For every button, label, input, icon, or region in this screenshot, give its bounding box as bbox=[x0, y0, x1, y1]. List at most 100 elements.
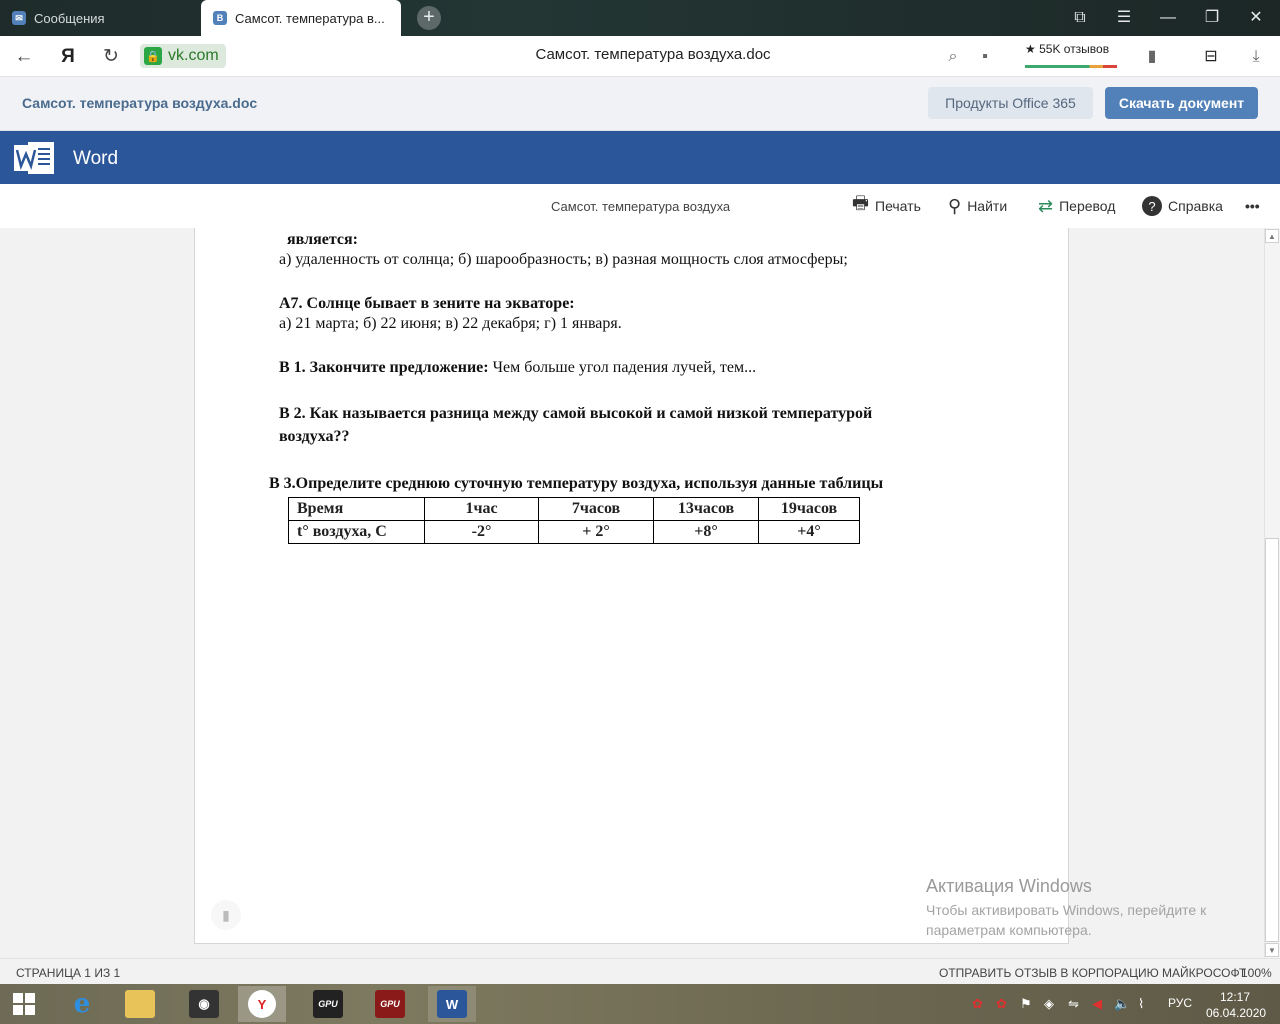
doc-a7-options: а) 21 марта; б) 22 июня; в) 22 декабря; … bbox=[279, 315, 622, 332]
tray-icon[interactable]: ✿ bbox=[972, 996, 983, 1012]
taskbar: e ◉ Y GPU GPU W ✿ ✿ ⚑ ◈ ⇋ ◀ 🔈 ⌇ РУС 12:1… bbox=[0, 984, 1280, 1024]
clock[interactable]: 12:17 06.04.2020 bbox=[1206, 989, 1267, 1021]
comment-icon[interactable]: ▪ bbox=[972, 44, 998, 70]
language-indicator[interactable]: РУС bbox=[1168, 996, 1192, 1010]
taskbar-gpu-tweak[interactable]: GPU bbox=[304, 986, 352, 1022]
scrollbar-thumb[interactable] bbox=[1265, 538, 1279, 942]
table-cell: + 2° bbox=[538, 520, 654, 544]
table-header-row: Время 1час 7часов 13часов 19часов bbox=[288, 497, 860, 521]
tray-flag-icon[interactable]: ⚑ bbox=[1020, 996, 1032, 1012]
taskbar-ie[interactable]: e bbox=[58, 986, 106, 1022]
reviews-badge[interactable]: ★ 55K отзывов bbox=[1025, 42, 1117, 68]
help-button[interactable]: ? Справка bbox=[1142, 195, 1223, 217]
doc-b2-line1: В 2. Как называется разница между самой … bbox=[279, 405, 873, 422]
doc-b2-line2: воздуха?? bbox=[279, 428, 350, 445]
tray-icon[interactable]: ✿ bbox=[996, 996, 1007, 1012]
print-label: Печать bbox=[875, 198, 921, 214]
tab-document[interactable]: В Самсот. температура в... bbox=[201, 0, 401, 36]
clock-time: 12:17 bbox=[1219, 990, 1251, 1004]
tabs-menu-icon[interactable]: ⧉ bbox=[1058, 0, 1102, 36]
folder-icon bbox=[125, 990, 155, 1018]
feedback-link[interactable]: ОТПРАВИТЬ ОТЗЫВ В КОРПОРАЦИЮ МАЙКРОСОФТ bbox=[939, 966, 1246, 980]
rating-bar bbox=[1025, 65, 1117, 68]
status-bar: СТРАНИЦА 1 ИЗ 1 ОТПРАВИТЬ ОТЗЫВ В КОРПОР… bbox=[0, 958, 1280, 984]
taskbar-camera[interactable]: ◉ bbox=[180, 986, 228, 1022]
table-cell: 1час bbox=[424, 497, 539, 521]
activation-watermark-text: Чтобы активировать Windows, перейдите к … bbox=[926, 902, 1207, 938]
zoom-icon[interactable]: ⌕ bbox=[940, 44, 966, 70]
document-page: является: а) удаленность от солнца; б) ш… bbox=[194, 228, 1069, 944]
search-icon: ⚲ bbox=[948, 195, 962, 216]
print-button[interactable]: 🖶 Печать bbox=[852, 193, 921, 217]
wifi-icon[interactable]: ⌇ bbox=[1138, 996, 1144, 1012]
find-label: Найти bbox=[967, 198, 1008, 214]
taskbar-gpu-tweak-2[interactable]: GPU bbox=[366, 986, 414, 1022]
taskbar-yandex[interactable]: Y bbox=[238, 986, 286, 1022]
menu-icon[interactable]: ☰ bbox=[1102, 0, 1146, 36]
start-button[interactable] bbox=[0, 986, 48, 1022]
doc-a6-options: а) удаленность от солнца; б) шарообразно… bbox=[279, 251, 848, 268]
windows-icon bbox=[13, 993, 35, 1015]
more-options-icon[interactable]: ••• bbox=[1245, 195, 1260, 217]
translate-button[interactable]: ⇄ Перевод bbox=[1038, 195, 1115, 217]
table-row: t° воздуха, С -2° + 2° +8° +4° bbox=[288, 520, 860, 544]
zoom-level[interactable]: 100% bbox=[1241, 966, 1272, 980]
page-count: СТРАНИЦА 1 ИЗ 1 bbox=[16, 966, 121, 980]
address-bar: ← Я ↻ 🔒 vk.com Самсот. температура возду… bbox=[0, 36, 1280, 77]
translate-icon: ⇄ bbox=[1038, 195, 1054, 216]
vk-doc-header: Самсот. температура воздуха.doc Продукты… bbox=[0, 77, 1280, 131]
find-button[interactable]: ⚲ Найти bbox=[948, 195, 1007, 217]
table-cell: +4° bbox=[758, 520, 860, 544]
download-icon[interactable]: ⤓ bbox=[1243, 44, 1269, 70]
word-header: Word bbox=[0, 131, 1280, 184]
tray-network-icon[interactable]: ⇋ bbox=[1068, 996, 1079, 1012]
scroll-down-icon[interactable]: ▼ bbox=[1265, 943, 1279, 957]
tray-speaker-icon[interactable]: ◀ bbox=[1092, 996, 1102, 1012]
scroll-up-icon[interactable]: ▲ bbox=[1265, 229, 1279, 243]
word-toolbar: Самсот. температура воздуха 🖶 Печать ⚲ Н… bbox=[0, 184, 1280, 228]
tab-label: Сообщения bbox=[34, 10, 105, 26]
tab-label: Самсот. температура в... bbox=[235, 10, 385, 26]
table-cell: t° воздуха, С bbox=[288, 520, 425, 544]
tray-icon[interactable]: ◈ bbox=[1044, 996, 1054, 1012]
help-label: Справка bbox=[1168, 198, 1223, 214]
protect-icon[interactable]: ⊟ bbox=[1198, 44, 1224, 70]
volume-icon[interactable]: 🔈 bbox=[1114, 996, 1130, 1012]
doc-b1-title: В 1. Закончите предложение: bbox=[279, 359, 489, 376]
taskbar-explorer[interactable] bbox=[116, 986, 164, 1022]
table-cell: Время bbox=[288, 497, 425, 521]
doc-b3-title: В 3.Определите среднюю суточную температ… bbox=[269, 475, 884, 492]
ie-icon: e bbox=[73, 989, 91, 1019]
clock-date: 06.04.2020 bbox=[1206, 1006, 1267, 1020]
bookmark-icon[interactable]: ▮ bbox=[211, 900, 241, 930]
help-icon: ? bbox=[1142, 196, 1162, 216]
temperature-table: Время 1час 7часов 13часов 19часов t° воз… bbox=[288, 497, 860, 544]
tab-messages[interactable]: ✉ Сообщения bbox=[0, 0, 198, 36]
download-document-button[interactable]: Скачать документ bbox=[1105, 87, 1258, 119]
vk-icon: В bbox=[213, 11, 227, 25]
bookmark-icon[interactable]: ▮ bbox=[1139, 44, 1165, 70]
camera-icon: ◉ bbox=[189, 990, 219, 1018]
printer-icon: 🖶 bbox=[852, 193, 869, 213]
vk-messages-icon: ✉ bbox=[12, 11, 26, 25]
vk-doc-title: Самсот. температура воздуха.doc bbox=[22, 95, 258, 111]
document-area: является: а) удаленность от солнца; б) ш… bbox=[0, 228, 1264, 958]
translate-label: Перевод bbox=[1059, 198, 1116, 214]
minimize-button[interactable]: — bbox=[1146, 0, 1190, 36]
yandex-browser-icon: Y bbox=[248, 990, 276, 1018]
doc-b1-text: Чем больше угол падения лучей, тем... bbox=[488, 359, 757, 376]
new-tab-button[interactable]: + bbox=[417, 6, 441, 30]
word-logo-icon[interactable] bbox=[14, 139, 56, 177]
word-app-name: Word bbox=[73, 148, 119, 169]
restore-button[interactable]: ❐ bbox=[1190, 0, 1234, 36]
word-icon: W bbox=[437, 990, 467, 1018]
office-products-button[interactable]: Продукты Office 365 bbox=[928, 87, 1093, 119]
browser-tab-strip: ✉ Сообщения В Самсот. температура в... +… bbox=[0, 0, 1280, 36]
taskbar-word[interactable]: W bbox=[428, 986, 476, 1022]
gpu-tweak-icon: GPU bbox=[313, 990, 343, 1018]
reviews-text: ★ 55K отзывов bbox=[1025, 42, 1110, 56]
table-cell: 13часов bbox=[653, 497, 759, 521]
activation-watermark-title: Активация Windows bbox=[926, 876, 1092, 896]
table-cell: +8° bbox=[653, 520, 759, 544]
close-button[interactable]: ✕ bbox=[1234, 0, 1278, 36]
